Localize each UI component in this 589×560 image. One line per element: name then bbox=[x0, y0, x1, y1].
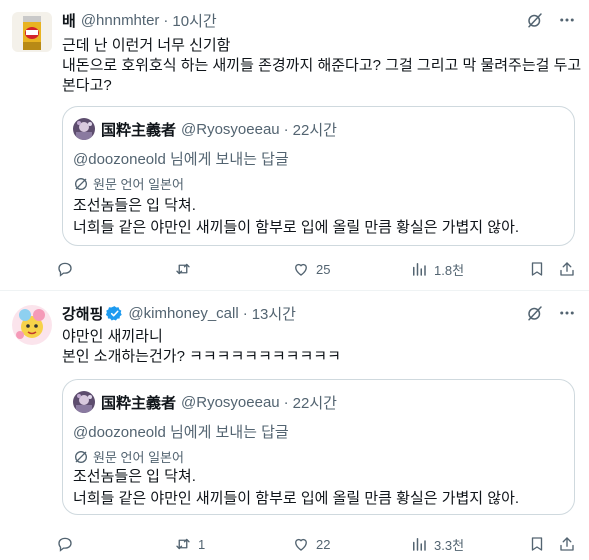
retweet-button[interactable] bbox=[174, 260, 198, 278]
post-text-line: 본인 소개하는건가? ㅋㅋㅋㅋㅋㅋㅋㅋㅋㅋㅋ bbox=[62, 348, 341, 365]
share-button[interactable] bbox=[558, 260, 576, 278]
post-text: 근데 난 이런거 너무 신기함 내돈으로 호위호식 하는 새끼들 존경까지 해준… bbox=[62, 36, 582, 96]
views-button[interactable]: 1.8천 bbox=[410, 260, 464, 279]
quote-avatar bbox=[73, 118, 95, 140]
reply-button[interactable] bbox=[56, 260, 80, 278]
bookmark-button[interactable] bbox=[528, 535, 546, 553]
reply-to-label: @doozoneold 님에게 보내는 답글 bbox=[73, 424, 289, 441]
bookmark-button[interactable] bbox=[528, 260, 546, 278]
reply-button[interactable] bbox=[56, 535, 80, 553]
quote-text-line: 너희들 같은 야만인 새끼들이 함부로 입에 올릴 만큼 황실은 가볍지 않아. bbox=[73, 219, 520, 236]
post-time[interactable]: 13시간 bbox=[252, 303, 296, 324]
share-icon bbox=[560, 262, 574, 276]
separator-dot: · bbox=[283, 120, 289, 138]
quote-text-line: 조선놈들은 입 닥쳐. bbox=[73, 468, 196, 485]
bookmark-icon bbox=[531, 537, 543, 551]
views-count: 3.3천 bbox=[434, 537, 465, 553]
reply-icon bbox=[58, 537, 72, 552]
separator-dot: · bbox=[242, 304, 248, 322]
post[interactable]: 배 @hnnmhter · 10시간 근데 난 이런거 너무 신기함 내돈으로 … bbox=[0, 0, 589, 290]
author-name[interactable]: 강해핑 bbox=[62, 303, 103, 324]
views-icon bbox=[413, 538, 426, 551]
reply-icon bbox=[58, 262, 72, 277]
translate-note[interactable]: 원문 언어 일본어 bbox=[73, 447, 184, 466]
quote-author-handle: @Ryosyoeeau bbox=[181, 120, 280, 138]
post-text-line: 근데 난 이런거 너무 신기함 bbox=[62, 37, 231, 54]
more-icon[interactable] bbox=[557, 303, 577, 323]
like-button[interactable]: 25 bbox=[292, 260, 330, 278]
avatar[interactable] bbox=[12, 305, 52, 345]
like-icon bbox=[295, 538, 307, 551]
grok-icon[interactable] bbox=[525, 303, 545, 323]
bookmark-icon bbox=[531, 262, 543, 276]
post-text-line: 야만인 새끼라니 bbox=[62, 328, 163, 345]
translate-label: 원문 언어 일본어 bbox=[93, 177, 184, 192]
quote-text-line: 조선놈들은 입 닥쳐. bbox=[73, 197, 196, 214]
more-icon[interactable] bbox=[557, 10, 577, 30]
avatar[interactable] bbox=[12, 12, 52, 52]
post-text: 야만인 새끼라니 본인 소개하는건가? ㅋㅋㅋㅋㅋㅋㅋㅋㅋㅋㅋ bbox=[62, 327, 573, 367]
post-text-line: 본다고? bbox=[62, 77, 112, 94]
translate-icon bbox=[73, 176, 89, 192]
quote-time: 22시간 bbox=[292, 394, 337, 412]
share-button[interactable] bbox=[558, 535, 576, 553]
verified-icon bbox=[106, 305, 123, 322]
like-count: 22 bbox=[316, 536, 331, 552]
like-icon bbox=[295, 263, 307, 276]
retweet-count: 1 bbox=[198, 536, 206, 552]
translate-note[interactable]: 원문 언어 일본어 bbox=[73, 174, 184, 193]
separator-dot: · bbox=[283, 393, 289, 411]
quoted-post[interactable]: 国粋主義者 @Ryosyoeeau · 22시간 @doozoneold 님에게… bbox=[62, 379, 575, 515]
share-icon bbox=[560, 537, 574, 551]
retweet-icon bbox=[176, 538, 190, 550]
quote-text: 조선놈들은 입 닥쳐. 너희들 같은 야만인 새끼들이 함부로 입에 올릴 만큼… bbox=[73, 466, 519, 510]
quote-time: 22시간 bbox=[292, 121, 337, 139]
post-time[interactable]: 10시간 bbox=[172, 10, 216, 31]
author-handle[interactable]: @kimhoney_call bbox=[128, 305, 238, 322]
quote-author-name: 国粋主義者 bbox=[101, 394, 177, 412]
quote-text: 조선놈들은 입 닥쳐. 너희들 같은 야만인 새끼들이 함부로 입에 올릴 만큼… bbox=[73, 195, 519, 239]
quoted-post[interactable]: 国粋主義者 @Ryosyoeeau · 22시간 @doozoneold 님에게… bbox=[62, 106, 575, 246]
author-handle[interactable]: @hnnmhter bbox=[81, 12, 160, 29]
separator-dot: · bbox=[163, 11, 169, 29]
translate-label: 원문 언어 일본어 bbox=[93, 450, 184, 465]
quote-text-line: 너희들 같은 야만인 새끼들이 함부로 입에 올릴 만큼 황실은 가볍지 않아. bbox=[73, 490, 520, 507]
views-button[interactable]: 3.3천 bbox=[410, 535, 464, 554]
like-count: 25 bbox=[316, 261, 331, 277]
reply-to-label: @doozoneold 님에게 보내는 답글 bbox=[73, 151, 289, 168]
retweet-button[interactable]: 1 bbox=[174, 535, 205, 553]
quote-author-handle: @Ryosyoeeau bbox=[181, 393, 280, 411]
post[interactable]: 강해핑 @kimhoney_call · 13시간 야만인 새끼라니 본인 소개… bbox=[0, 291, 589, 560]
grok-icon[interactable] bbox=[525, 10, 545, 30]
views-count: 1.8천 bbox=[434, 262, 465, 278]
post-text-line: 내돈으로 호위호식 하는 새끼들 존경까지 해준다고? 그걸 그리고 막 물려주… bbox=[62, 57, 582, 74]
quote-avatar bbox=[73, 391, 95, 413]
author-name[interactable]: 배 bbox=[62, 10, 76, 31]
translate-icon bbox=[73, 449, 89, 465]
like-button[interactable]: 22 bbox=[292, 535, 330, 553]
quote-author-name: 国粋主義者 bbox=[101, 121, 177, 139]
retweet-icon bbox=[176, 263, 190, 275]
views-icon bbox=[413, 263, 426, 276]
